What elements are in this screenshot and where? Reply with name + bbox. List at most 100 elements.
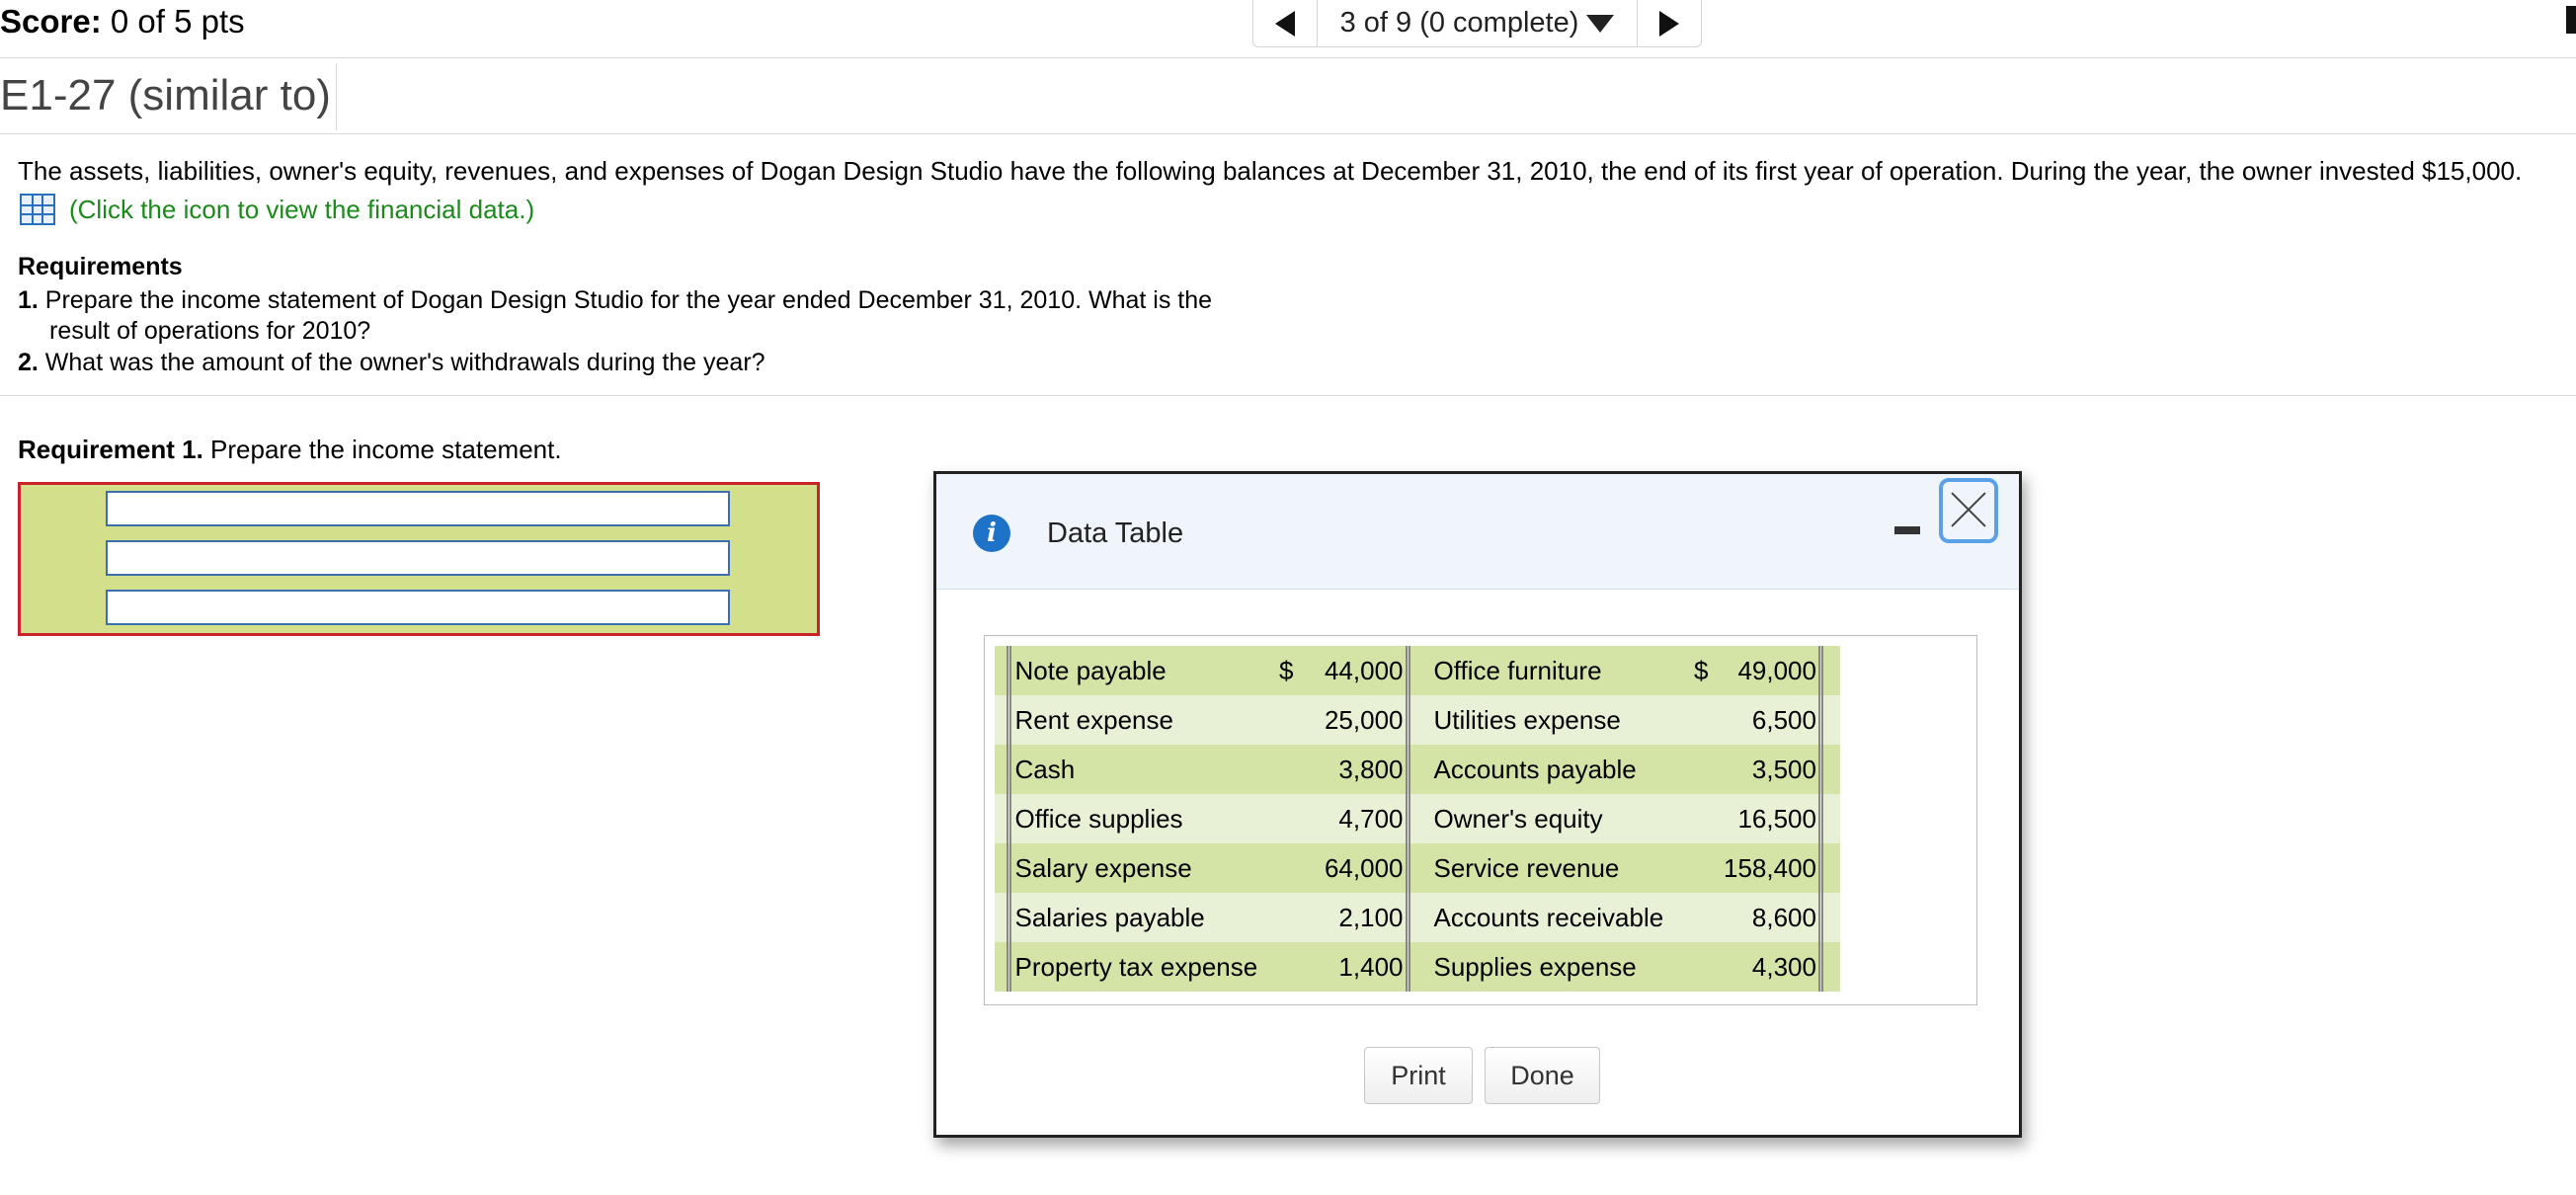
right-currency: [1694, 893, 1724, 942]
right-currency: $: [1694, 646, 1724, 695]
left-account-label: Note payable: [1006, 646, 1279, 695]
right-currency: [1694, 745, 1724, 794]
arrow-right-icon: [1659, 10, 1679, 37]
requirement-2-number: 2.: [18, 349, 39, 376]
divider: [0, 395, 2576, 396]
left-amount: 3,800: [1309, 745, 1410, 794]
statement-header-input-2[interactable]: [106, 540, 730, 576]
score-label: Score:: [0, 3, 102, 40]
left-amount: 2,100: [1309, 893, 1410, 942]
row-pad: [995, 695, 1008, 745]
right-currency: [1694, 843, 1724, 893]
info-icon: i: [973, 515, 1010, 552]
close-icon[interactable]: [1939, 478, 1998, 543]
financial-data-table: Note payable $44,000 Office furniture $49,0…: [995, 646, 1841, 992]
row-pad: [995, 646, 1008, 695]
right-amount: 3,500: [1724, 745, 1823, 794]
divider: [0, 133, 2576, 134]
income-statement-answer-area: [18, 482, 820, 636]
part-label: Requirement 1.: [18, 435, 203, 464]
requirement-1-text: Prepare the income statement of Dogan De…: [38, 286, 1213, 314]
row-pad: [995, 745, 1008, 794]
caret-down-icon: [1586, 14, 1615, 33]
requirement-1-number: 1.: [18, 286, 39, 314]
part-text: Prepare the income statement.: [202, 435, 562, 464]
left-amount: 4,700: [1309, 794, 1410, 843]
requirement-2: 2. What was the amount of the owner's wi…: [18, 348, 765, 378]
statement-header-input-3[interactable]: [106, 590, 730, 625]
divider: [0, 57, 2576, 58]
minimize-icon[interactable]: [1894, 526, 1920, 534]
row-pad: [1820, 794, 1841, 843]
modal-header: i Data Table: [936, 474, 2019, 590]
requirement-2-text: What was the amount of the owner's withd…: [38, 349, 765, 376]
right-amount: 4,300: [1724, 942, 1823, 992]
left-account-label: Salary expense: [1006, 843, 1279, 893]
score-display: Score: 0 of 5 pts: [0, 2, 245, 41]
left-currency: $: [1279, 646, 1309, 695]
financial-data-link-text[interactable]: (Click the icon to view the financial da…: [69, 195, 534, 225]
requirement-1-text-cont: result of operations for 2010?: [49, 317, 371, 345]
right-currency: [1694, 942, 1724, 992]
row-pad: [1820, 843, 1841, 893]
question-selector-dropdown[interactable]: 3 of 9 (0 complete): [1318, 7, 1637, 40]
left-amount: 44,000: [1309, 646, 1410, 695]
question-position: 3 of 9 (0 complete): [1339, 7, 1579, 39]
edge-glyph: [2566, 6, 2576, 34]
next-question-button[interactable]: [1637, 0, 1701, 46]
row-pad: [995, 942, 1008, 992]
divider: [336, 63, 337, 130]
row-pad: [1820, 745, 1841, 794]
right-amount: 16,500: [1724, 794, 1823, 843]
requirement-part-label: Requirement 1. Prepare the income statem…: [18, 435, 562, 465]
row-pad: [1820, 695, 1841, 745]
question-title: E1-27 (similar to): [0, 71, 331, 120]
previous-question-button[interactable]: [1253, 0, 1318, 46]
left-currency: [1279, 893, 1309, 942]
right-account-label: Accounts payable: [1408, 745, 1694, 794]
requirements-heading: Requirements: [18, 253, 183, 280]
left-account-label: Rent expense: [1006, 695, 1279, 745]
question-intro: The assets, liabilities, owner's equity,…: [18, 156, 2523, 186]
left-currency: [1279, 942, 1309, 992]
right-account-label: Office furniture: [1408, 646, 1694, 695]
left-currency: [1279, 794, 1309, 843]
right-amount: 158,400: [1724, 843, 1823, 893]
right-currency: [1694, 695, 1724, 745]
left-currency: [1279, 695, 1309, 745]
left-account-label: Property tax expense: [1006, 942, 1279, 992]
left-amount: 25,000: [1309, 695, 1410, 745]
right-currency: [1694, 794, 1724, 843]
right-account-label: Supplies expense: [1408, 942, 1694, 992]
row-pad: [995, 893, 1008, 942]
left-currency: [1279, 745, 1309, 794]
question-navigator: 3 of 9 (0 complete): [1252, 0, 1702, 47]
right-account-label: Utilities expense: [1408, 695, 1694, 745]
table-row: Office supplies 4,700 Owner's equity 16,500: [995, 794, 1841, 843]
row-pad: [1820, 893, 1841, 942]
table-row: Cash 3,800 Accounts payable 3,500: [995, 745, 1841, 794]
right-account-label: Owner's equity: [1408, 794, 1694, 843]
done-button[interactable]: Done: [1485, 1047, 1600, 1104]
statement-header-input-1[interactable]: [106, 491, 730, 526]
left-account-label: Office supplies: [1006, 794, 1279, 843]
table-row: Note payable $44,000 Office furniture $49,0…: [995, 646, 1841, 695]
data-table-frame: Note payable $44,000 Office furniture $49,0…: [984, 635, 1977, 1005]
data-table-icon[interactable]: [20, 194, 55, 225]
right-amount: 8,600: [1724, 893, 1823, 942]
left-amount: 1,400: [1309, 942, 1410, 992]
right-amount: 49,000: [1724, 646, 1823, 695]
table-row: Rent expense 25,000 Utilities expense 6,500: [995, 695, 1841, 745]
table-row: Property tax expense 1,400 Supplies expens…: [995, 942, 1841, 992]
print-button[interactable]: Print: [1364, 1047, 1473, 1104]
row-pad: [1820, 942, 1841, 992]
modal-title: Data Table: [1047, 518, 1184, 549]
financial-data-link[interactable]: (Click the icon to view the financial da…: [20, 194, 534, 225]
row-pad: [995, 794, 1008, 843]
row-pad: [1820, 646, 1841, 695]
left-currency: [1279, 843, 1309, 893]
left-account-label: Salaries payable: [1006, 893, 1279, 942]
left-amount: 64,000: [1309, 843, 1410, 893]
right-account-label: Service revenue: [1408, 843, 1694, 893]
right-account-label: Accounts receivable: [1408, 893, 1694, 942]
